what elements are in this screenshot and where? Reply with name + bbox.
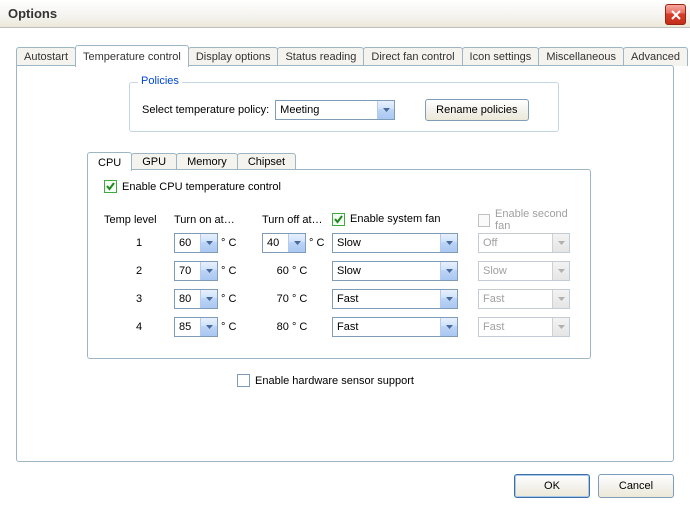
- chevron-down-icon: [552, 234, 569, 252]
- tab-autostart[interactable]: Autostart: [16, 47, 76, 66]
- window-body: AutostartTemperature controlDisplay opti…: [0, 28, 690, 510]
- temperature-control-page: Policies Select temperature policy: Meet…: [16, 65, 674, 462]
- enable-cpu-temp-label: Enable CPU temperature control: [122, 181, 281, 193]
- tab-status-reading[interactable]: Status reading: [277, 47, 364, 66]
- checkbox-icon: [478, 214, 490, 227]
- second-fan-select: Slow: [478, 261, 570, 281]
- ok-button[interactable]: OK: [514, 474, 590, 498]
- system-fan-select[interactable]: Fast: [332, 289, 458, 309]
- temp-table-headers: Temp level Turn on at… Turn off at… Enab…: [104, 208, 578, 232]
- rename-policies-button[interactable]: Rename policies: [425, 99, 528, 121]
- cpu-page: Enable CPU temperature control Temp leve…: [87, 169, 591, 359]
- temp-level: 2: [104, 265, 174, 277]
- tab-display-options[interactable]: Display options: [188, 47, 279, 66]
- temp-row: 160° C40° CSlowOff: [104, 232, 578, 254]
- enable-system-fan-checkbox[interactable]: Enable system fan: [332, 213, 441, 226]
- turn-on-select[interactable]: 80: [174, 289, 218, 309]
- col-turn-on-header: Turn on at…: [174, 214, 262, 226]
- checkbox-icon: [332, 213, 345, 226]
- tab-icon-settings[interactable]: Icon settings: [462, 47, 540, 66]
- policies-group-title: Policies: [138, 75, 182, 87]
- chevron-down-icon: [440, 318, 457, 336]
- col-level-header: Temp level: [104, 214, 174, 226]
- col-turn-off-header: Turn off at…: [262, 214, 332, 226]
- second-fan-select: Fast: [478, 289, 570, 309]
- component-tabs: CPUGPUMemoryChipset: [87, 150, 295, 170]
- chevron-down-icon: [288, 234, 305, 252]
- policy-select-value: Meeting: [280, 104, 319, 116]
- turn-off-value: 70 ° C: [262, 293, 322, 305]
- dialog-buttons: OK Cancel: [514, 474, 674, 498]
- chevron-down-icon: [200, 234, 217, 252]
- temp-level: 1: [104, 237, 174, 249]
- cancel-button[interactable]: Cancel: [598, 474, 674, 498]
- temp-row: 485° C80 ° CFastFast: [104, 316, 578, 338]
- policy-select[interactable]: Meeting: [275, 100, 395, 120]
- chevron-down-icon: [552, 318, 569, 336]
- temp-level: 4: [104, 321, 174, 333]
- system-fan-select[interactable]: Slow: [332, 233, 458, 253]
- turn-off-value: 60 ° C: [262, 265, 322, 277]
- chevron-down-icon: [440, 290, 457, 308]
- chevron-down-icon: [377, 101, 394, 119]
- enable-system-fan-label: Enable system fan: [350, 213, 441, 225]
- policies-group: Policies Select temperature policy: Meet…: [129, 82, 559, 132]
- turn-off-value: 80 ° C: [262, 321, 322, 333]
- policy-label: Select temperature policy:: [142, 104, 269, 116]
- close-icon: [671, 10, 681, 20]
- enable-second-fan-checkbox: Enable second fan: [478, 208, 578, 232]
- tab-miscellaneous[interactable]: Miscellaneous: [538, 47, 624, 66]
- window-title: Options: [8, 6, 57, 21]
- enable-hw-sensor-label: Enable hardware sensor support: [255, 375, 414, 387]
- temp-row: 380° C70 ° CFastFast: [104, 288, 578, 310]
- second-fan-select: Off: [478, 233, 570, 253]
- component-tab-cpu[interactable]: CPU: [87, 152, 132, 171]
- enable-hw-sensor-checkbox[interactable]: Enable hardware sensor support: [237, 374, 414, 387]
- checkbox-icon: [104, 180, 117, 193]
- temp-level: 3: [104, 293, 174, 305]
- chevron-down-icon: [552, 262, 569, 280]
- enable-second-fan-label: Enable second fan: [495, 208, 578, 232]
- chevron-down-icon: [440, 262, 457, 280]
- title-bar: Options: [0, 0, 690, 28]
- chevron-down-icon: [200, 290, 217, 308]
- chevron-down-icon: [200, 262, 217, 280]
- chevron-down-icon: [552, 290, 569, 308]
- main-tabs: AutostartTemperature controlDisplay opti…: [16, 44, 674, 66]
- checkbox-icon: [237, 374, 250, 387]
- system-fan-select[interactable]: Fast: [332, 317, 458, 337]
- system-fan-select[interactable]: Slow: [332, 261, 458, 281]
- chevron-down-icon: [200, 318, 217, 336]
- tab-temperature-control[interactable]: Temperature control: [75, 45, 189, 67]
- close-button[interactable]: [665, 4, 686, 25]
- component-tab-memory[interactable]: Memory: [176, 153, 238, 170]
- temp-row: 270° C60 ° CSlowSlow: [104, 260, 578, 282]
- tab-advanced[interactable]: Advanced: [623, 47, 688, 66]
- chevron-down-icon: [440, 234, 457, 252]
- enable-cpu-temp-checkbox[interactable]: Enable CPU temperature control: [104, 180, 281, 193]
- turn-on-select[interactable]: 85: [174, 317, 218, 337]
- turn-on-select[interactable]: 70: [174, 261, 218, 281]
- turn-on-select[interactable]: 60: [174, 233, 218, 253]
- turn-off-select[interactable]: 40: [262, 233, 306, 253]
- component-tab-chipset[interactable]: Chipset: [237, 153, 296, 170]
- tab-direct-fan-control[interactable]: Direct fan control: [363, 47, 462, 66]
- second-fan-select: Fast: [478, 317, 570, 337]
- component-tab-gpu[interactable]: GPU: [131, 153, 177, 170]
